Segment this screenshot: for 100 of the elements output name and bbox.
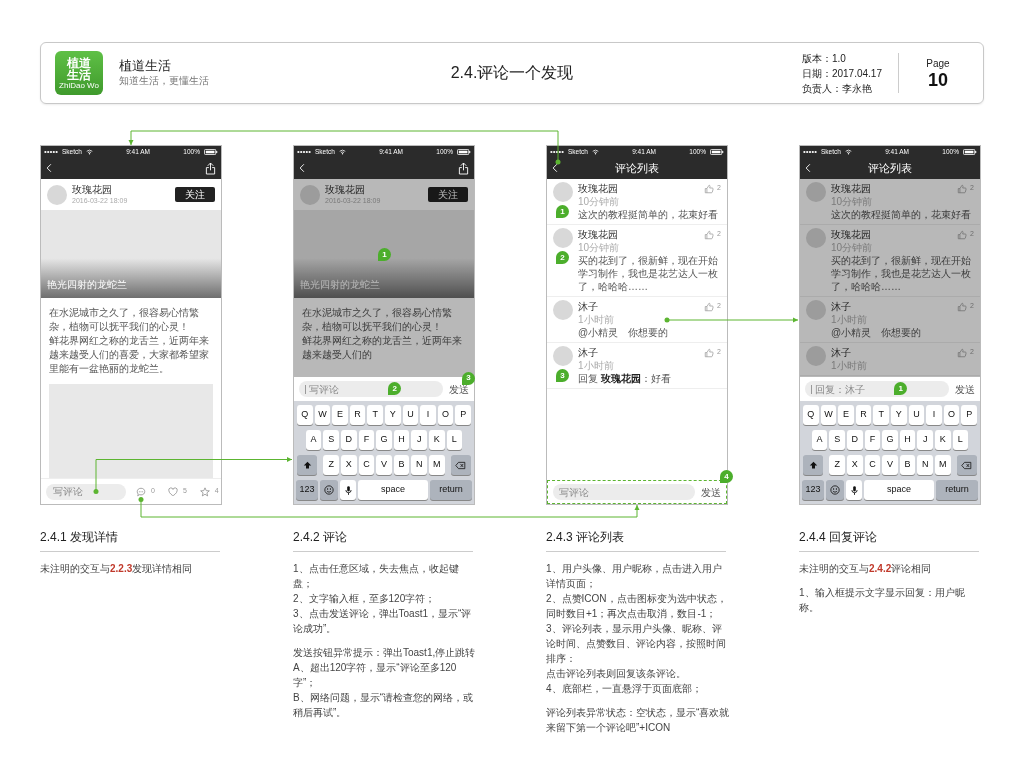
keyboard-key[interactable]: R (349, 405, 366, 425)
keyboard-key[interactable]: L (446, 430, 463, 450)
keyboard-key[interactable]: U (402, 405, 419, 425)
keyboard-key[interactable]: J (917, 430, 933, 450)
emoji-key[interactable] (320, 480, 338, 500)
keyboard-key[interactable]: H (899, 430, 916, 450)
back-icon[interactable] (552, 163, 558, 173)
return-key[interactable]: return (430, 480, 472, 500)
avatar[interactable] (806, 182, 826, 202)
avatar[interactable] (300, 184, 320, 205)
commenter-name[interactable]: 沐子 (578, 346, 702, 359)
comment-icon[interactable] (136, 486, 146, 497)
send-button[interactable]: 发送 (955, 381, 975, 397)
space-key[interactable]: space (358, 480, 428, 500)
share-icon[interactable] (458, 161, 469, 175)
keyboard-key[interactable]: A (305, 430, 322, 450)
keyboard-key[interactable]: O (437, 405, 454, 425)
back-icon[interactable] (805, 163, 811, 173)
keyboard-key[interactable]: Z (829, 455, 845, 475)
avatar[interactable] (806, 228, 826, 248)
heart-icon[interactable] (167, 486, 178, 497)
shift-key[interactable] (297, 455, 318, 475)
keyboard-key[interactable]: E (838, 405, 854, 425)
keyboard-key[interactable]: S (829, 430, 845, 450)
commenter-name[interactable]: 沐子 (831, 300, 955, 313)
thumbs-up-icon[interactable] (704, 183, 715, 194)
keyboard-key[interactable]: M (935, 455, 951, 475)
keyboard-key[interactable]: F (864, 430, 881, 450)
thumbs-up-icon[interactable] (957, 301, 968, 312)
keyboard-key[interactable]: D (341, 430, 357, 450)
keyboard-key[interactable]: G (882, 430, 898, 450)
keyboard-key[interactable]: K (935, 430, 951, 450)
keyboard-key[interactable]: B (899, 455, 916, 475)
keyboard-key[interactable]: I (926, 405, 942, 425)
dictation-key[interactable] (846, 480, 862, 500)
keyboard-key[interactable]: N (917, 455, 933, 475)
avatar[interactable] (553, 228, 573, 248)
follow-button[interactable]: 关注 (428, 187, 468, 202)
keyboard-key[interactable]: V (882, 455, 898, 475)
keyboard-key[interactable]: V (376, 455, 392, 475)
keyboard-key[interactable]: Y (385, 405, 401, 425)
keyboard-key[interactable]: R (855, 405, 872, 425)
keyboard-key[interactable]: N (411, 455, 427, 475)
commenter-name[interactable]: 玫瑰花园 (831, 228, 955, 241)
keyboard-key[interactable]: W (314, 405, 331, 425)
thumbs-up-icon[interactable] (704, 347, 715, 358)
keyboard-key[interactable]: G (376, 430, 392, 450)
commenter-name[interactable]: 沐子 (831, 346, 955, 359)
thumbs-up-icon[interactable] (957, 183, 968, 194)
keyboard-key[interactable]: T (873, 405, 889, 425)
commenter-name[interactable]: 玫瑰花园 (578, 228, 702, 241)
numbers-key[interactable]: 123 (802, 480, 824, 500)
thumbs-up-icon[interactable] (957, 229, 968, 240)
keyboard-key[interactable]: X (847, 455, 863, 475)
shift-key[interactable] (803, 455, 824, 475)
delete-key[interactable] (450, 455, 471, 475)
commenter-name[interactable]: 玫瑰花园 (578, 182, 702, 195)
keyboard-key[interactable]: W (820, 405, 837, 425)
keyboard-key[interactable]: A (811, 430, 828, 450)
keyboard-key[interactable]: T (367, 405, 383, 425)
keyboard-key[interactable]: D (847, 430, 863, 450)
author-name[interactable]: 玫瑰花园 (325, 184, 381, 196)
back-icon[interactable] (46, 163, 52, 173)
back-icon[interactable] (299, 163, 305, 173)
keyboard-key[interactable]: C (864, 455, 881, 475)
thumbs-up-icon[interactable] (957, 347, 968, 358)
follow-button[interactable]: 关注 (175, 187, 215, 202)
commenter-name[interactable]: 沐子 (578, 300, 702, 313)
thumbs-up-icon[interactable] (704, 229, 715, 240)
numbers-key[interactable]: 123 (296, 480, 318, 500)
keyboard-key[interactable]: F (358, 430, 375, 450)
keyboard-key[interactable]: L (952, 430, 969, 450)
keyboard-key[interactable]: U (908, 405, 925, 425)
commenter-name[interactable]: 玫瑰花园 (831, 182, 955, 195)
keyboard-key[interactable]: P (455, 405, 471, 425)
thumbs-up-icon[interactable] (704, 301, 715, 312)
keyboard-key[interactable]: M (429, 455, 445, 475)
avatar[interactable] (553, 346, 573, 366)
comment-field[interactable]: 写评论 (46, 483, 126, 500)
star-icon[interactable] (199, 486, 210, 497)
delete-key[interactable] (956, 455, 977, 475)
keyboard-key[interactable]: Q (297, 405, 313, 425)
space-key[interactable]: space (864, 480, 934, 500)
keyboard-key[interactable]: B (393, 455, 410, 475)
author-name[interactable]: 玫瑰花园 (72, 184, 128, 196)
share-icon[interactable] (205, 161, 216, 175)
keyboard-key[interactable]: K (429, 430, 445, 450)
keyboard-key[interactable]: X (341, 455, 357, 475)
keyboard-key[interactable]: C (358, 455, 375, 475)
keyboard-key[interactable]: I (420, 405, 436, 425)
keyboard-key[interactable]: Z (323, 455, 339, 475)
keyboard-key[interactable]: J (411, 430, 427, 450)
keyboard-key[interactable]: Q (803, 405, 819, 425)
avatar[interactable] (806, 300, 826, 320)
emoji-key[interactable] (826, 480, 844, 500)
send-button[interactable]: 发送 (701, 484, 721, 500)
avatar[interactable] (553, 182, 573, 202)
keyboard-key[interactable]: H (393, 430, 410, 450)
keyboard-key[interactable]: Y (891, 405, 907, 425)
keyboard-key[interactable]: P (961, 405, 977, 425)
